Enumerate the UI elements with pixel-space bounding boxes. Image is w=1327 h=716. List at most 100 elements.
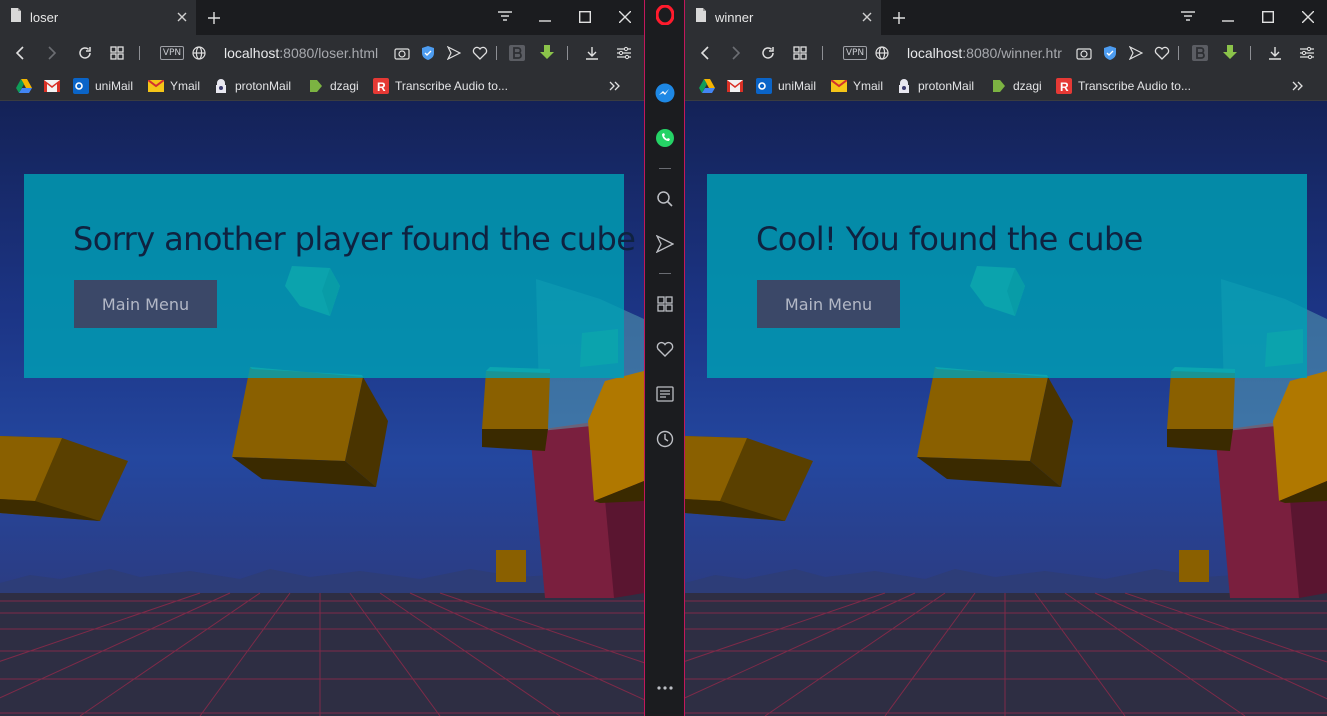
bookmark-transcribe[interactable]: R Transcribe Audio to... xyxy=(1056,78,1191,94)
speed-dial-icon[interactable] xyxy=(645,289,684,319)
bookmark-gmail[interactable] xyxy=(44,78,66,94)
close-tab-icon[interactable] xyxy=(174,9,190,25)
tab-menu-icon[interactable] xyxy=(1175,4,1201,30)
bookmark-ymail[interactable]: Ymail xyxy=(831,78,883,94)
bookmark-unimail[interactable]: uniMail xyxy=(73,78,133,94)
toolbar-divider xyxy=(139,46,140,60)
back-icon[interactable] xyxy=(695,43,715,63)
send-icon[interactable] xyxy=(645,229,684,259)
bitwarden-extension-icon[interactable] xyxy=(1190,43,1210,63)
toolbar-divider xyxy=(822,46,823,60)
toolbar-divider xyxy=(496,46,497,60)
easy-setup-icon[interactable] xyxy=(614,43,634,63)
bookmark-gmail[interactable] xyxy=(727,78,749,94)
more-bookmarks-icon[interactable] xyxy=(609,78,621,94)
search-icon[interactable] xyxy=(645,184,684,214)
bookmark-label: Transcribe Audio to... xyxy=(395,79,508,93)
minimize-icon[interactable] xyxy=(1215,4,1241,30)
new-tab-icon[interactable] xyxy=(889,8,909,28)
outlook-icon xyxy=(73,78,89,94)
send-icon[interactable] xyxy=(1126,43,1146,63)
close-tab-icon[interactable] xyxy=(859,9,875,25)
address-toolbar: VPN localhost:8080/winner.htr xyxy=(685,35,1327,71)
shield-icon[interactable] xyxy=(1100,43,1120,63)
bookmark-protonmail[interactable]: protonMail xyxy=(896,78,974,94)
messenger-icon[interactable] xyxy=(645,78,684,108)
page-icon xyxy=(10,8,22,27)
floating-cube xyxy=(482,367,550,451)
tab-winner[interactable]: winner xyxy=(685,0,881,35)
address-bar[interactable]: localhost:8080/winner.htr xyxy=(907,45,1065,61)
easy-setup-icon[interactable] xyxy=(1297,43,1317,63)
svg-text:R: R xyxy=(1060,80,1069,94)
main-menu-button[interactable]: Main Menu xyxy=(757,280,900,328)
bookmark-label: dzagi xyxy=(330,79,359,93)
bookmark-dzagi[interactable]: dzagi xyxy=(308,78,359,94)
url-host: localhost xyxy=(224,45,280,61)
maximize-icon[interactable] xyxy=(572,4,598,30)
opera-logo[interactable] xyxy=(645,0,684,30)
bookmark-label: uniMail xyxy=(95,79,134,93)
more-icon[interactable] xyxy=(645,673,684,703)
downloads-icon[interactable] xyxy=(1265,43,1285,63)
reload-icon[interactable] xyxy=(75,43,95,63)
bookmark-ymail[interactable]: Ymail xyxy=(148,78,200,94)
maximize-icon[interactable] xyxy=(1255,4,1281,30)
bookmarks-bar: uniMail Ymail protonMail dzagi R Transcr… xyxy=(685,71,1327,101)
more-bookmarks-icon[interactable] xyxy=(1292,78,1304,94)
downloads-icon[interactable] xyxy=(582,43,602,63)
download-extension-icon[interactable] xyxy=(537,43,557,63)
bookmark-google-drive[interactable] xyxy=(16,78,38,94)
snapshot-icon[interactable] xyxy=(392,43,412,63)
shield-icon[interactable] xyxy=(418,43,438,63)
outlook-icon xyxy=(756,78,772,94)
sidebar-divider xyxy=(659,168,671,169)
heart-icon[interactable] xyxy=(470,43,490,63)
ymail-icon xyxy=(148,78,164,94)
bookmark-unimail[interactable]: uniMail xyxy=(756,78,816,94)
forward-icon[interactable] xyxy=(726,43,746,63)
bookmark-label: protonMail xyxy=(235,79,292,93)
reload-icon[interactable] xyxy=(758,43,778,63)
vpn-badge[interactable]: VPN xyxy=(160,46,184,60)
vpn-badge[interactable]: VPN xyxy=(843,46,867,60)
download-extension-icon[interactable] xyxy=(1220,43,1240,63)
toolbar-divider xyxy=(1250,46,1251,60)
url-path: :8080/loser.html xyxy=(279,45,379,61)
game-viewport[interactable]: Sorry another player found the cube Main… xyxy=(0,101,644,716)
close-window-icon[interactable] xyxy=(1295,4,1321,30)
bookmark-google-drive[interactable] xyxy=(699,78,721,94)
send-icon[interactable] xyxy=(444,43,464,63)
bookmark-label: Transcribe Audio to... xyxy=(1078,79,1191,93)
forward-icon[interactable] xyxy=(42,43,62,63)
speed-dial-icon[interactable] xyxy=(107,43,127,63)
news-icon[interactable] xyxy=(645,379,684,409)
heart-icon[interactable] xyxy=(645,334,684,364)
back-icon[interactable] xyxy=(10,43,30,63)
snapshot-icon[interactable] xyxy=(1074,43,1094,63)
main-menu-button[interactable]: Main Menu xyxy=(74,280,217,328)
address-bar[interactable]: localhost:8080/loser.html xyxy=(224,45,384,61)
bookmark-protonmail[interactable]: protonMail xyxy=(213,78,291,94)
bookmark-label: Ymail xyxy=(170,79,201,93)
transcribe-icon: R xyxy=(1056,78,1072,94)
bitwarden-extension-icon[interactable] xyxy=(507,43,527,63)
speed-dial-icon[interactable] xyxy=(790,43,810,63)
browser-window-left: loser VPN localhost:8080/loser.html uniM… xyxy=(0,0,644,716)
tab-menu-icon[interactable] xyxy=(492,4,518,30)
tab-title: winner xyxy=(715,10,754,25)
history-icon[interactable] xyxy=(645,424,684,454)
tab-loser[interactable]: loser xyxy=(0,0,196,35)
game-viewport[interactable]: Cool! You found the cube Main Menu xyxy=(685,101,1327,716)
bookmark-label: dzagi xyxy=(1013,79,1042,93)
bookmark-dzagi[interactable]: dzagi xyxy=(991,78,1042,94)
result-panel: Cool! You found the cube Main Menu xyxy=(707,174,1307,378)
bookmark-transcribe[interactable]: R Transcribe Audio to... xyxy=(373,78,508,94)
heart-icon[interactable] xyxy=(1152,43,1172,63)
ground xyxy=(0,593,644,716)
whatsapp-icon[interactable] xyxy=(645,123,684,153)
new-tab-icon[interactable] xyxy=(204,8,224,28)
globe-icon xyxy=(189,43,209,63)
close-window-icon[interactable] xyxy=(612,4,638,30)
minimize-icon[interactable] xyxy=(532,4,558,30)
